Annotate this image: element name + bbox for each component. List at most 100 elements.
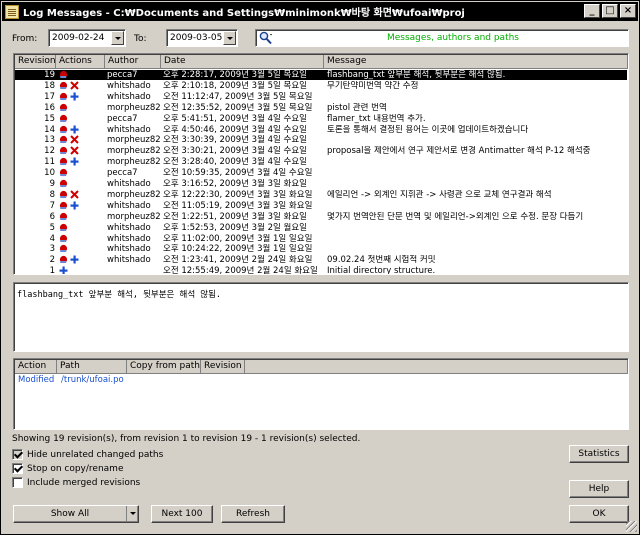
from-date-picker[interactable]: 2009-02-24 [48, 29, 126, 47]
from-date-value: 2009-02-24 [52, 33, 105, 43]
log-row[interactable]: 5 whitshado 오후 1:52:53, 2009년 3월 2일 월요일 [15, 223, 627, 233]
log-date: 오전 11:12:47, 2009년 3월 5일 목요일 [163, 91, 313, 102]
col-header-date[interactable]: Date [161, 55, 324, 69]
log-row[interactable]: 2 whitshado 오전 1:23:41, 2009년 2월 24일 화요일 09… [15, 255, 627, 265]
hide-unrelated-label: Hide unrelated changed paths [27, 449, 164, 460]
title-bar[interactable]: Log Messages - C:₩Documents and Settings… [2, 2, 638, 21]
search-icon[interactable] [258, 31, 274, 45]
chevron-down-icon[interactable] [111, 31, 124, 45]
log-author: whitshado [107, 233, 151, 244]
refresh-button[interactable]: Refresh [221, 505, 285, 523]
show-all-button[interactable]: Show All [13, 505, 139, 523]
close-button[interactable]: × [620, 4, 636, 18]
log-row[interactable]: 4 whitshado 오후 11:02:00, 2009년 3월 1일 일요일 [15, 234, 627, 244]
log-row[interactable]: 10 pecca7 오전 10:59:35, 2009년 3월 4일 수요일 [15, 168, 627, 178]
dropdown-arrow-icon[interactable] [126, 506, 138, 522]
changed-paths-table[interactable]: Action Path Copy from path Revision Modi… [13, 358, 629, 430]
log-date: 오후 1:52:53, 2009년 3월 2일 월요일 [163, 222, 307, 233]
path-row[interactable]: Modified /trunk/ufoai.po [15, 375, 627, 385]
col-header-author[interactable]: Author [105, 55, 161, 69]
log-row[interactable]: 12 morpheuz82 오전 3:30:21, 2009년 3월 4일 수요일 p… [15, 146, 627, 156]
log-date: 오후 2:28:17, 2009년 3월 5일 목요일 [163, 70, 307, 80]
to-date-picker[interactable]: 2009-03-05 [166, 29, 238, 47]
log-row[interactable]: 11 morpheuz82 오전 3:28:40, 2009년 3월 4일 수요일 [15, 157, 627, 167]
log-date: 오후 4:50:46, 2009년 3월 4일 수요일 [163, 124, 307, 135]
help-button[interactable]: Help [569, 480, 629, 498]
log-row[interactable]: 15 pecca7 오후 5:41:51, 2009년 3월 4일 수요일 flame… [15, 114, 627, 124]
log-row[interactable]: 19 pecca7 오후 2:28:17, 2009년 3월 5일 목요일 flash… [15, 70, 627, 80]
log-row[interactable]: 8 morpheuz82 오후 12:22:30, 2009년 3월 3일 화요일 에… [15, 190, 627, 200]
log-revision: 17 [44, 91, 55, 102]
log-author: pecca7 [107, 113, 138, 124]
added-icon [70, 255, 79, 264]
chevron-down-icon[interactable] [223, 31, 236, 45]
log-actions [59, 157, 105, 167]
log-author: morpheuz82 [107, 135, 161, 146]
col-header-path[interactable]: Path [57, 360, 127, 374]
modified-icon [59, 168, 68, 177]
log-table[interactable]: Revision Actions Author Date Message 19 p… [13, 53, 629, 275]
col-header-path-revision[interactable]: Revision [201, 360, 245, 374]
log-revision: 18 [44, 80, 55, 91]
modified-icon [59, 114, 68, 123]
log-row[interactable]: 16 morpheuz82 오전 12:35:52, 2009년 3월 5일 목요일… [15, 103, 627, 113]
log-row[interactable]: 17 whitshado 오전 11:12:47, 2009년 3월 5일 목요일 [15, 92, 627, 102]
search-input[interactable]: Messages, authors and paths [255, 29, 629, 47]
log-row[interactable]: 7 whitshado 오전 11:05:19, 2009년 3월 3일 화요일 [15, 201, 627, 211]
maximize-button[interactable]: □ [602, 4, 618, 18]
log-messages-window: Log Messages - C:₩Documents and Settings… [0, 0, 640, 535]
col-header-copy-from[interactable]: Copy from path [127, 360, 201, 374]
log-date: 오전 3:28:40, 2009년 3월 4일 수요일 [163, 157, 307, 168]
log-row[interactable]: 13 morpheuz82 오전 3:30:39, 2009년 3월 4일 수요일 [15, 135, 627, 145]
log-revision: 2 [49, 255, 55, 266]
window-title: Log Messages - C:₩Documents and Settings… [23, 8, 465, 19]
log-row[interactable]: 1 오전 12:55:49, 2009년 2월 24일 화요일 Initial di… [15, 266, 627, 274]
minimize-button[interactable]: _ [584, 4, 600, 18]
to-label: To: [134, 34, 147, 44]
log-author: whitshado [107, 179, 151, 189]
added-icon [70, 92, 79, 101]
col-header-actions[interactable]: Actions [56, 55, 105, 69]
log-message: 토론을 통해서 결정된 용어는 이곳에 업데이트하겠습니다 [327, 124, 529, 135]
log-revision: 3 [49, 244, 55, 255]
include-merged-label: Include merged revisions [27, 477, 141, 488]
modified-icon [59, 135, 68, 144]
next-100-button[interactable]: Next 100 [151, 505, 213, 523]
include-merged-checkbox[interactable]: Include merged revisions [12, 477, 140, 488]
log-author: morpheuz82 [107, 157, 161, 168]
log-row[interactable]: 14 whitshado 오후 4:50:46, 2009년 3월 4일 수요일 토론… [15, 125, 627, 135]
log-message: 에일리언 -> 외계인 지휘관 -> 사령관 으로 교체 연구결과 해석 [327, 189, 552, 200]
col-header-action[interactable]: Action [15, 360, 57, 374]
log-row[interactable]: 3 whitshado 오후 10:24:22, 2009년 3월 1일 일요일 [15, 244, 627, 254]
log-date: 오후 3:16:52, 2009년 3월 3일 화요일 [163, 179, 307, 189]
log-row[interactable]: 18 whitshado 오후 2:10:18, 2009년 3월 5일 목요일 무기… [15, 81, 627, 91]
log-message: 무기탄약미번역 약간 수정 [327, 80, 419, 91]
ok-button[interactable]: OK [569, 505, 629, 523]
message-panel[interactable]: flashbang_txt 앞부분 해석, 뒷부분은 해석 않됨. [13, 282, 629, 352]
log-row[interactable]: 6 morpheuz82 오전 1:22:51, 2009년 3월 3일 화요일 몇가… [15, 212, 627, 222]
checkbox-include-merged[interactable] [12, 477, 23, 488]
modified-icon [59, 255, 68, 264]
log-message: 몇가지 번역안된 단문 번역 및 에일리언->외계인 으로 수정. 문장 다듬기 [327, 211, 584, 222]
stop-on-copy-checkbox[interactable]: Stop on copy/rename [12, 463, 123, 474]
log-row[interactable]: 9 whitshado 오후 3:16:52, 2009년 3월 3일 화요일 [15, 179, 627, 189]
checkbox-stop-on-copy[interactable] [12, 463, 23, 474]
col-header-revision[interactable]: Revision [15, 55, 56, 69]
hide-unrelated-checkbox[interactable]: Hide unrelated changed paths [12, 449, 163, 460]
from-label: From: [12, 34, 38, 44]
modified-icon [59, 157, 68, 166]
log-author: pecca7 [107, 70, 138, 80]
deleted-icon [70, 81, 79, 90]
log-date: 오후 11:02:00, 2009년 3월 1일 일요일 [163, 233, 313, 244]
col-header-message[interactable]: Message [324, 55, 628, 69]
statistics-button[interactable]: Statistics [569, 445, 629, 463]
log-message: pistol 관련 번역 [327, 102, 387, 113]
checkbox-hide-unrelated[interactable] [12, 449, 23, 460]
resize-grip[interactable] [626, 521, 637, 532]
log-author: whitshado [107, 91, 151, 102]
log-author: pecca7 [107, 168, 138, 179]
message-text: flashbang_txt 앞부분 해석, 뒷부분은 해석 않됨. [17, 290, 222, 300]
log-author: whitshado [107, 200, 151, 211]
log-date: 오전 10:59:35, 2009년 3월 4일 수요일 [163, 168, 313, 179]
log-date: 오전 12:35:52, 2009년 3월 5일 목요일 [163, 102, 313, 113]
